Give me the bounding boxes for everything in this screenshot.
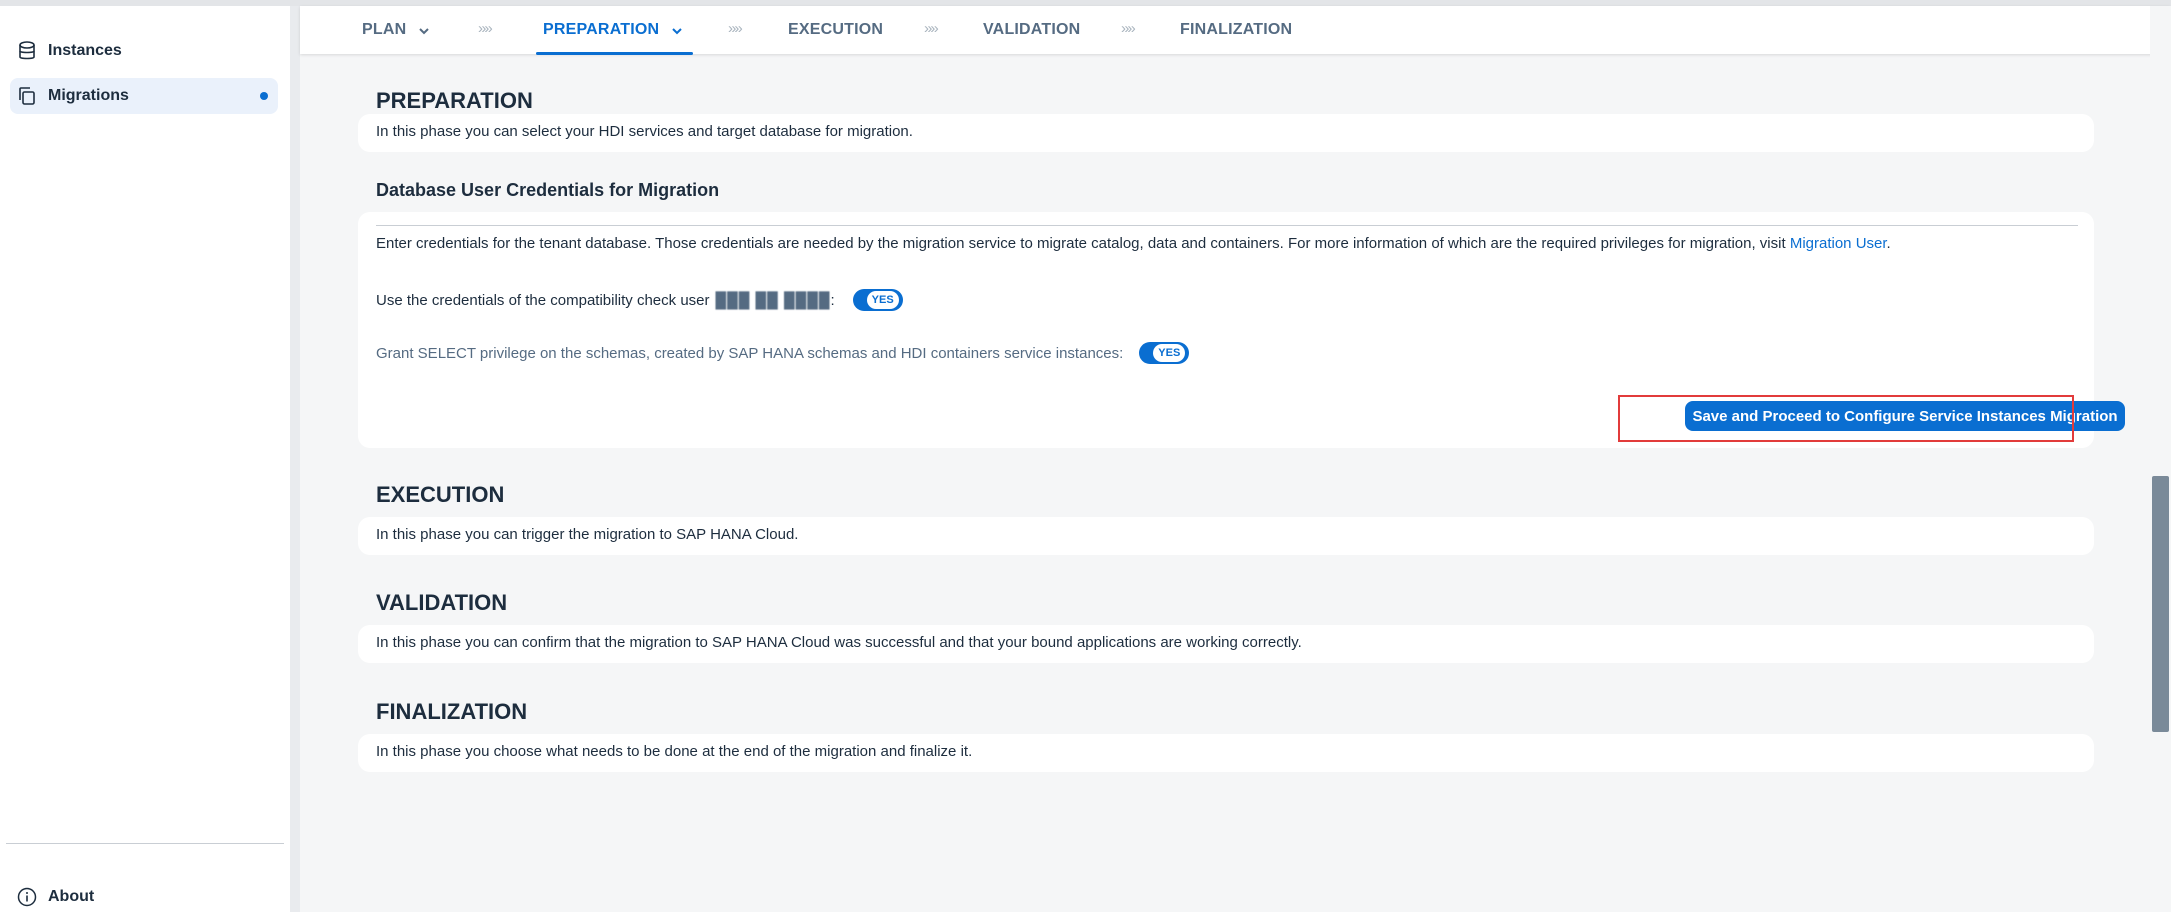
step-separator-icon: »» bbox=[728, 20, 743, 37]
step-label: EXECUTION bbox=[788, 21, 884, 38]
use-credentials-row: Use the credentials of the compatibility… bbox=[376, 289, 903, 311]
preparation-description-card: In this phase you can select your HDI se… bbox=[358, 114, 2094, 152]
sidebar: Instances Migrations About bbox=[0, 6, 290, 912]
execution-title: EXECUTION bbox=[376, 482, 505, 507]
selected-indicator bbox=[260, 92, 268, 100]
sidebar-item-migrations[interactable]: Migrations bbox=[10, 78, 278, 114]
credentials-title: Database User Credentials for Migration bbox=[376, 180, 720, 200]
tab-preparation[interactable]: PREPARATION bbox=[543, 6, 683, 54]
validation-title: VALIDATION bbox=[376, 590, 508, 615]
step-label: PREPARATION bbox=[543, 21, 660, 38]
finalization-description: In this phase you choose what needs to b… bbox=[376, 743, 973, 760]
step-separator-icon: »» bbox=[478, 20, 493, 37]
use-credentials-toggle[interactable]: YES bbox=[852, 289, 903, 311]
tab-finalization[interactable]: FINALIZATION bbox=[1180, 6, 1292, 54]
validation-description: In this phase you can confirm that the m… bbox=[376, 634, 1302, 651]
migration-user-link[interactable]: Migration User bbox=[1790, 235, 1887, 252]
chevron-down-icon bbox=[418, 22, 430, 38]
finalization-title: FINALIZATION bbox=[376, 699, 528, 724]
validation-description-card: In this phase you can confirm that the m… bbox=[358, 625, 2094, 663]
tab-execution[interactable]: EXECUTION bbox=[788, 6, 883, 54]
execution-description-card: In this phase you can trigger the migrat… bbox=[358, 517, 2094, 555]
about-label: About bbox=[48, 888, 95, 905]
credentials-text-body: Enter credentials for the tenant databas… bbox=[376, 235, 1786, 252]
execution-description: In this phase you can trigger the migrat… bbox=[376, 526, 799, 543]
sidebar-item-label: Instances bbox=[48, 42, 122, 59]
active-step-underline bbox=[536, 52, 693, 55]
main-content: PLAN »» PREPARATION »» EXECUTION »» VALI… bbox=[300, 6, 2170, 912]
use-credentials-label: Use the credentials of the compatibility… bbox=[376, 291, 710, 309]
scrollbar-thumb[interactable] bbox=[2152, 476, 2169, 732]
step-label: VALIDATION bbox=[983, 21, 1081, 38]
preparation-title: PREPARATION bbox=[376, 88, 533, 113]
step-separator-icon: »» bbox=[924, 20, 939, 37]
colon: : bbox=[830, 291, 835, 309]
sidebar-item-about[interactable]: About bbox=[16, 886, 94, 908]
sidebar-divider bbox=[6, 843, 284, 844]
masked-username: ███ ██ ████ bbox=[715, 291, 831, 309]
toggle-state-label: YES bbox=[1153, 344, 1186, 362]
chevron-down-icon bbox=[671, 22, 683, 38]
credentials-text: Enter credentials for the tenant databas… bbox=[376, 235, 1891, 252]
toggle-state-label: YES bbox=[866, 291, 899, 309]
sidebar-item-label: Migrations bbox=[48, 87, 129, 104]
sidebar-separator bbox=[290, 6, 300, 912]
step-label: FINALIZATION bbox=[1180, 21, 1293, 38]
grant-select-toggle[interactable]: YES bbox=[1139, 342, 1190, 364]
copy-icon bbox=[16, 85, 38, 107]
grant-label: Grant SELECT privilege on the schemas, c… bbox=[376, 344, 1124, 362]
step-separator-icon: »» bbox=[1121, 20, 1136, 37]
tab-plan[interactable]: PLAN bbox=[362, 6, 430, 54]
highlight-box bbox=[1618, 395, 2074, 442]
credentials-divider bbox=[376, 225, 2078, 226]
period: . bbox=[1886, 235, 1891, 252]
database-icon bbox=[16, 40, 38, 62]
preparation-description: In this phase you can select your HDI se… bbox=[376, 123, 913, 140]
step-label: PLAN bbox=[362, 21, 407, 38]
sidebar-item-instances[interactable]: Instances bbox=[10, 33, 278, 69]
wizard-progress-bar: PLAN »» PREPARATION »» EXECUTION »» VALI… bbox=[300, 6, 2170, 55]
info-icon bbox=[16, 886, 38, 908]
tab-validation[interactable]: VALIDATION bbox=[983, 6, 1080, 54]
finalization-description-card: In this phase you choose what needs to b… bbox=[358, 734, 2094, 772]
scrollbar-track[interactable] bbox=[2150, 6, 2171, 912]
grant-row: Grant SELECT privilege on the schemas, c… bbox=[376, 342, 1190, 364]
